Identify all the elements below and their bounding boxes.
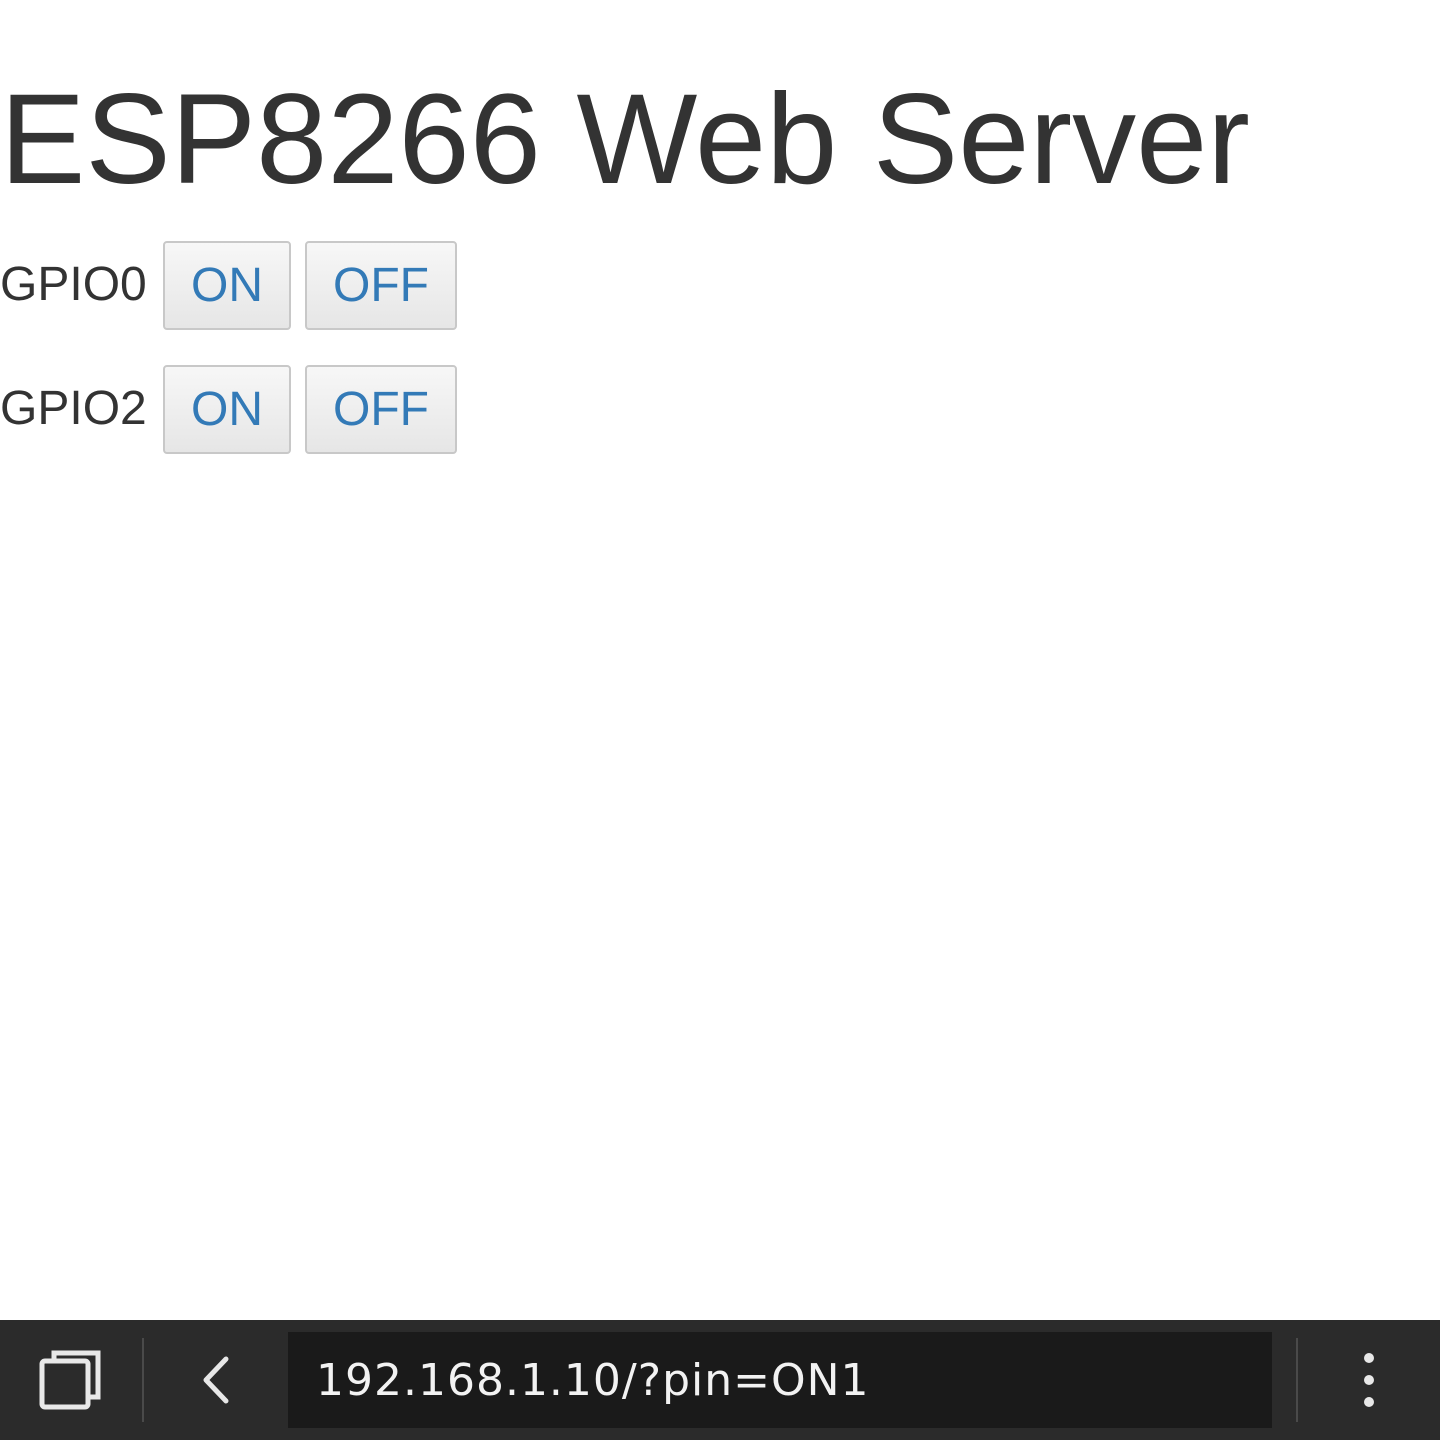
gpio2-on-button[interactable]: ON — [163, 364, 291, 454]
gpio-row-2: GPIO2 ON OFF — [0, 364, 457, 454]
gpio0-on-button[interactable]: ON — [163, 240, 291, 330]
back-button[interactable] — [144, 1320, 288, 1440]
browser-bottom-bar: 192.168.1.10/?pin=ON1 — [0, 1320, 1440, 1440]
gpio-label: GPIO0 — [0, 258, 147, 311]
address-bar[interactable]: 192.168.1.10/?pin=ON1 — [288, 1332, 1272, 1428]
more-options-button[interactable] — [1298, 1320, 1440, 1440]
tabs-icon — [39, 1350, 101, 1410]
gpio2-off-button[interactable]: OFF — [305, 364, 457, 454]
more-options-icon — [1364, 1353, 1374, 1407]
gpio0-off-button[interactable]: OFF — [305, 240, 457, 330]
web-page: ESP8266 Web Server GPIO0 ON OFF GPIO2 ON… — [0, 0, 1440, 1320]
url-text: 192.168.1.10/?pin=ON1 — [316, 1354, 870, 1406]
back-icon — [203, 1356, 229, 1404]
gpio-label: GPIO2 — [0, 382, 147, 435]
tabs-button[interactable] — [0, 1320, 142, 1440]
page-title: ESP8266 Web Server — [0, 68, 1250, 211]
gpio-row-0: GPIO0 ON OFF — [0, 240, 457, 330]
